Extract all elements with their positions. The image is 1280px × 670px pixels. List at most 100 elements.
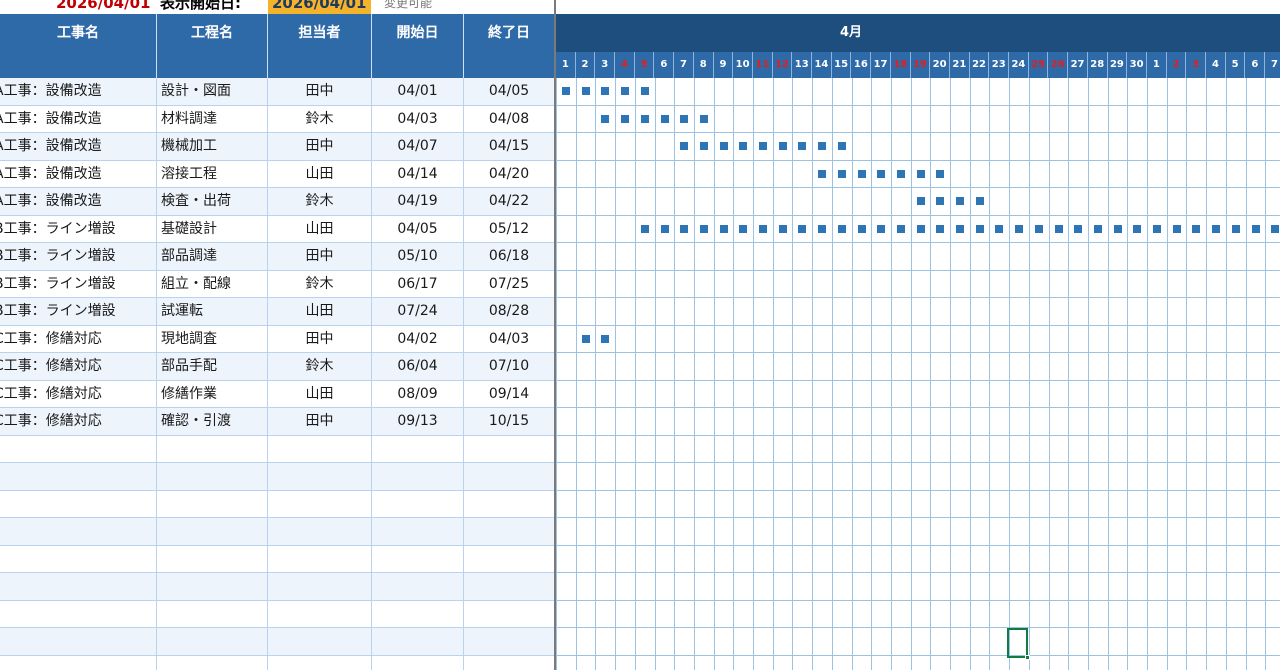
cell-owner[interactable]: 田中 bbox=[268, 133, 372, 161]
cell-work[interactable] bbox=[0, 518, 157, 546]
cell-owner[interactable]: 田中 bbox=[268, 325, 372, 353]
table-row[interactable]: B工事：ライン増設 基礎設計 山田 04/05 05/12 bbox=[0, 215, 556, 243]
cell-start[interactable] bbox=[372, 435, 464, 463]
day-header[interactable]: 29 bbox=[1108, 52, 1128, 78]
day-header[interactable]: 10 bbox=[733, 52, 753, 78]
cell-work[interactable]: B工事：ライン増設 bbox=[0, 270, 157, 298]
day-header[interactable]: 11 bbox=[753, 52, 773, 78]
day-header[interactable]: 12 bbox=[773, 52, 793, 78]
cell-process[interactable] bbox=[157, 435, 268, 463]
table-row[interactable]: C工事：修繕対応 確認・引渡 田中 09/13 10/15 bbox=[0, 408, 556, 436]
cell-process[interactable] bbox=[157, 518, 268, 546]
cell-owner[interactable] bbox=[268, 628, 372, 656]
day-header[interactable]: 26 bbox=[1049, 52, 1069, 78]
table-row[interactable]: B工事：ライン増設 組立・配線 鈴木 06/17 07/25 bbox=[0, 270, 556, 298]
empty-row[interactable] bbox=[0, 518, 556, 546]
cell-start[interactable] bbox=[372, 490, 464, 518]
day-header[interactable]: 2 bbox=[1167, 52, 1187, 78]
cell-owner[interactable]: 田中 bbox=[268, 243, 372, 271]
cell-owner[interactable]: 山田 bbox=[268, 215, 372, 243]
table-row[interactable]: A工事：設備改造 検査・出荷 鈴木 04/19 04/22 bbox=[0, 188, 556, 216]
day-header[interactable]: 21 bbox=[950, 52, 970, 78]
cell-end[interactable] bbox=[464, 600, 555, 628]
cell-owner[interactable]: 山田 bbox=[268, 298, 372, 326]
cell-work[interactable]: C工事：修繕対応 bbox=[0, 353, 157, 381]
cell-start[interactable]: 04/19 bbox=[372, 188, 464, 216]
cell-owner[interactable] bbox=[268, 518, 372, 546]
cell-process[interactable]: 修繕作業 bbox=[157, 380, 268, 408]
cell-process[interactable]: 組立・配線 bbox=[157, 270, 268, 298]
filter-cell-end[interactable] bbox=[464, 52, 555, 78]
cell-end[interactable]: 04/05 bbox=[464, 78, 555, 106]
table-row[interactable]: B工事：ライン増設 部品調達 田中 05/10 06/18 bbox=[0, 243, 556, 271]
cell-work[interactable]: B工事：ライン増設 bbox=[0, 298, 157, 326]
header-start[interactable]: 開始日 bbox=[372, 14, 464, 52]
day-header[interactable]: 4 bbox=[615, 52, 635, 78]
day-header[interactable]: 23 bbox=[989, 52, 1010, 78]
day-header[interactable]: 17 bbox=[871, 52, 891, 78]
cell-process[interactable]: 基礎設計 bbox=[157, 215, 268, 243]
cell-start[interactable]: 04/14 bbox=[372, 160, 464, 188]
cell-end[interactable]: 08/28 bbox=[464, 298, 555, 326]
start-date-input[interactable]: 2026/04/01 bbox=[268, 0, 371, 14]
cell-process[interactable]: 部品調達 bbox=[157, 243, 268, 271]
cell-end[interactable]: 04/20 bbox=[464, 160, 555, 188]
day-header[interactable]: 27 bbox=[1068, 52, 1088, 78]
cell-process[interactable] bbox=[157, 490, 268, 518]
cell-start[interactable] bbox=[372, 463, 464, 491]
cell-work[interactable]: A工事：設備改造 bbox=[0, 133, 157, 161]
header-owner[interactable]: 担当者 bbox=[268, 14, 372, 52]
cell-process[interactable]: 確認・引渡 bbox=[157, 408, 268, 436]
filter-cell-work[interactable] bbox=[0, 52, 157, 78]
cell-process[interactable]: 現地調査 bbox=[157, 325, 268, 353]
table-row[interactable]: A工事：設備改造 溶接工程 山田 04/14 04/20 bbox=[0, 160, 556, 188]
cell-owner[interactable] bbox=[268, 573, 372, 601]
day-header[interactable]: 1 bbox=[1147, 52, 1167, 78]
cell-process[interactable] bbox=[157, 545, 268, 573]
cell-process[interactable]: 部品手配 bbox=[157, 353, 268, 381]
header-work[interactable]: 工事名 bbox=[0, 14, 157, 52]
empty-row[interactable] bbox=[0, 600, 556, 628]
cell-start[interactable]: 07/24 bbox=[372, 298, 464, 326]
table-row[interactable]: A工事：設備改造 機械加工 田中 04/07 04/15 bbox=[0, 133, 556, 161]
cell-start[interactable]: 04/02 bbox=[372, 325, 464, 353]
cell-end[interactable] bbox=[464, 655, 555, 670]
empty-row[interactable] bbox=[0, 463, 556, 491]
day-header[interactable]: 7 bbox=[674, 52, 694, 78]
cell-end[interactable]: 04/15 bbox=[464, 133, 555, 161]
cell-end[interactable] bbox=[464, 518, 555, 546]
cell-work[interactable]: C工事：修繕対応 bbox=[0, 408, 157, 436]
cell-process[interactable]: 機械加工 bbox=[157, 133, 268, 161]
cell-work[interactable] bbox=[0, 573, 157, 601]
header-process[interactable]: 工程名 bbox=[157, 14, 268, 52]
cell-owner[interactable] bbox=[268, 600, 372, 628]
day-header[interactable]: 30 bbox=[1127, 52, 1147, 78]
empty-row[interactable] bbox=[0, 573, 556, 601]
empty-row[interactable] bbox=[0, 490, 556, 518]
day-header[interactable]: 15 bbox=[832, 52, 852, 78]
cell-process[interactable]: 材料調達 bbox=[157, 105, 268, 133]
cell-process[interactable]: 試運転 bbox=[157, 298, 268, 326]
table-row[interactable]: C工事：修繕対応 部品手配 鈴木 06/04 07/10 bbox=[0, 353, 556, 381]
cell-start[interactable]: 04/07 bbox=[372, 133, 464, 161]
empty-row[interactable] bbox=[0, 655, 556, 670]
cell-work[interactable]: A工事：設備改造 bbox=[0, 188, 157, 216]
table-row[interactable]: B工事：ライン増設 試運転 山田 07/24 08/28 bbox=[0, 298, 556, 326]
cell-end[interactable] bbox=[464, 573, 555, 601]
day-header[interactable]: 6 bbox=[655, 52, 675, 78]
cell-end[interactable]: 07/25 bbox=[464, 270, 555, 298]
cell-process[interactable]: 溶接工程 bbox=[157, 160, 268, 188]
cell-owner[interactable] bbox=[268, 435, 372, 463]
cell-end[interactable] bbox=[464, 628, 555, 656]
cell-work[interactable]: A工事：設備改造 bbox=[0, 105, 157, 133]
cell-owner[interactable]: 田中 bbox=[268, 78, 372, 106]
cell-end[interactable]: 06/18 bbox=[464, 243, 555, 271]
day-header[interactable]: 25 bbox=[1029, 52, 1049, 78]
cell-owner[interactable]: 鈴木 bbox=[268, 188, 372, 216]
cell-work[interactable] bbox=[0, 490, 157, 518]
cell-process[interactable] bbox=[157, 655, 268, 670]
empty-row[interactable] bbox=[0, 545, 556, 573]
day-header[interactable]: 8 bbox=[694, 52, 714, 78]
day-header[interactable]: 5 bbox=[635, 52, 655, 78]
cell-owner[interactable]: 鈴木 bbox=[268, 105, 372, 133]
